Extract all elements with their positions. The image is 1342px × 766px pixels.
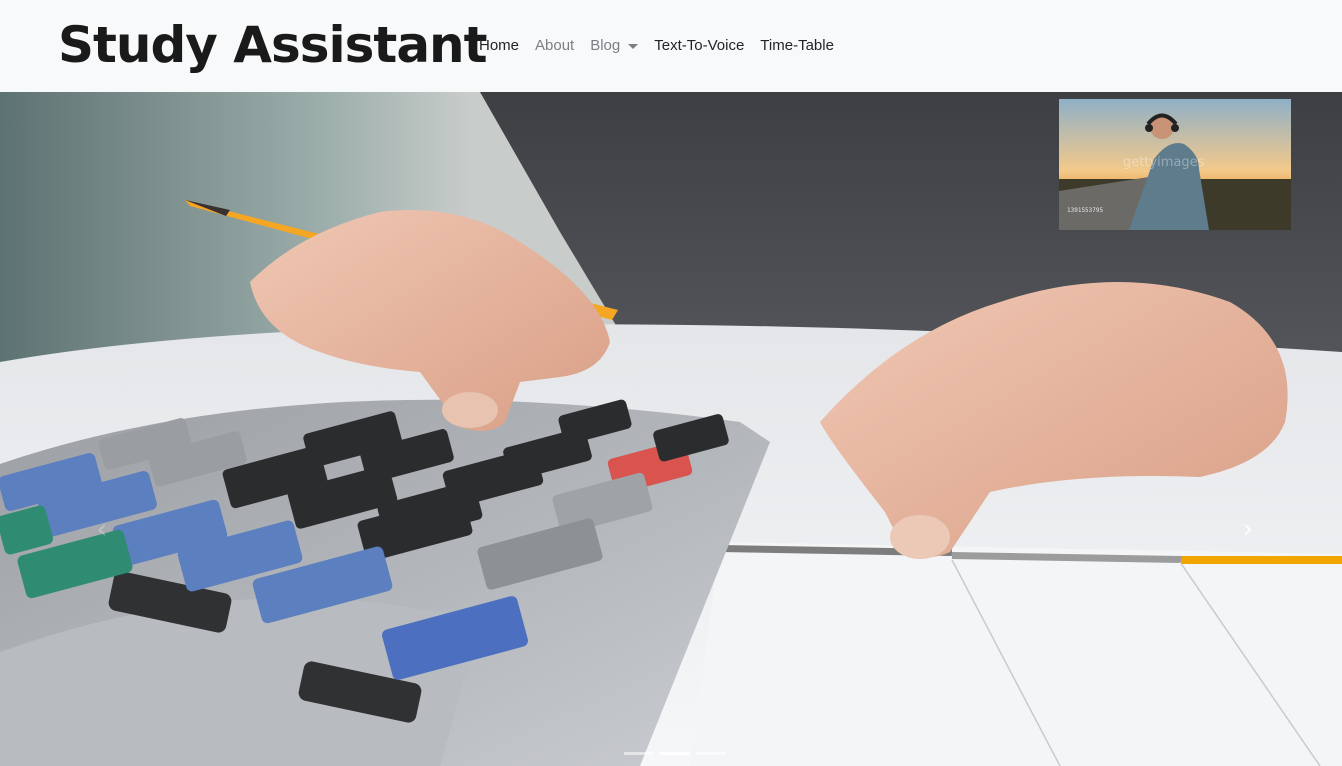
carousel-indicators: [624, 752, 726, 755]
carousel-indicator-2[interactable]: [660, 752, 690, 755]
video-watermark: gettyimages: [1123, 155, 1205, 170]
chevron-right-icon: ›: [1242, 511, 1254, 545]
navbar: Study Assistant Home About Blog Text-To-…: [0, 0, 1342, 92]
carousel-indicator-3[interactable]: [696, 752, 726, 755]
carousel-prev-button[interactable]: ‹: [82, 498, 122, 558]
nav-text-to-voice[interactable]: Text-To-Voice: [646, 34, 752, 58]
carousel-next-button[interactable]: ›: [1228, 498, 1268, 558]
caret-down-icon: [628, 43, 639, 49]
video-code: 1391553795: [1067, 207, 1104, 214]
nav-about[interactable]: About: [527, 34, 582, 58]
carousel-indicator-1[interactable]: [624, 752, 654, 755]
nav-time-table[interactable]: Time-Table: [752, 34, 842, 58]
brand-logo[interactable]: Study Assistant: [58, 10, 488, 80]
video-overlay[interactable]: gettyimages 1391553795: [1059, 99, 1291, 230]
chevron-left-icon: ‹: [96, 511, 108, 545]
main-nav: Home About Blog Text-To-Voice Time-Table: [471, 34, 842, 58]
nav-blog-label: Blog: [590, 37, 621, 54]
nav-home[interactable]: Home: [471, 34, 527, 58]
nav-blog-dropdown[interactable]: Blog: [582, 34, 646, 58]
